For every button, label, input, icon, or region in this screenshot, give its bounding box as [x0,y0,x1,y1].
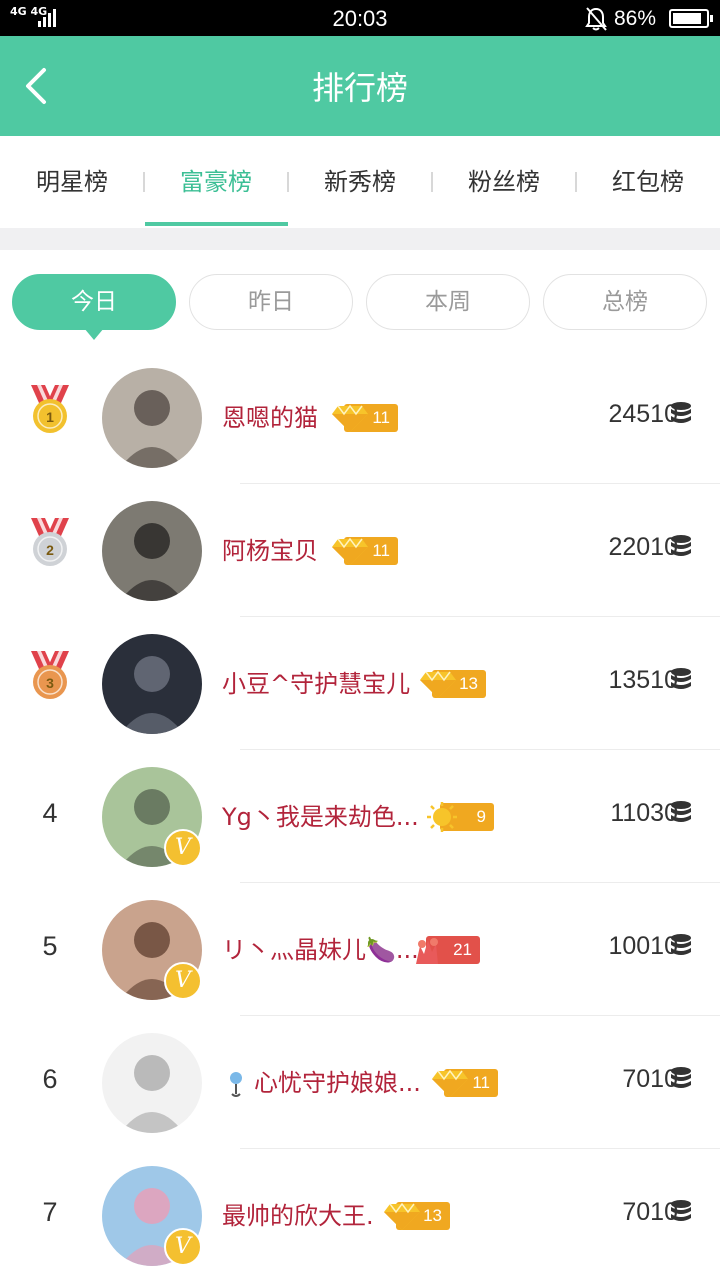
level-badge: 13 [418,668,488,700]
battery-icon [669,9,713,28]
level-badge: 11 [330,535,400,567]
period-week[interactable]: 本周 [366,274,530,330]
tab-divider [143,172,145,192]
ranking-row[interactable]: 4 V Yg丶我是来劫色... 9 11030 [0,750,720,883]
period-today[interactable]: 今日 [12,274,176,330]
coin-stack-icon [671,1200,691,1221]
rank-number: 4 [42,798,58,828]
verified-icon: V [164,962,202,1000]
level-badge: 21 [412,934,482,966]
sun-icon [427,802,457,832]
user-name: リ丶灬晶妹儿🍆... [222,936,419,964]
pin-icon [230,1072,242,1097]
avatar-image [102,1033,202,1133]
tab-fans[interactable]: 粉丝榜 [432,136,576,228]
diamond-icon [384,1202,420,1230]
rank-number: 5 [42,931,58,961]
user-name: 恩嗯的猫 [222,404,318,432]
coin-count: 10010 [608,932,678,960]
svg-text:3: 3 [46,675,54,691]
period-pointer [84,328,104,340]
tab-star[interactable]: 明星榜 [0,136,144,228]
active-tab-indicator [145,222,288,226]
diamond-icon [432,1069,468,1097]
tab-rich[interactable]: 富豪榜 [144,136,288,228]
period-total[interactable]: 总榜 [543,274,707,330]
coin-count: 22010 [608,533,678,561]
period-yesterday[interactable]: 昨日 [189,274,353,330]
avatar[interactable] [102,368,202,468]
svg-text:2: 2 [46,542,54,558]
clock: 20:03 [332,6,388,31]
diamond-icon [332,537,368,565]
avatar-image [102,368,202,468]
diamond-icon [332,404,368,432]
ranking-tabs: 明星榜 富豪榜 新秀榜 粉丝榜 红包榜 [0,136,720,228]
flower-icon [416,938,438,964]
page-title: 排行榜 [311,69,408,107]
ranking-row[interactable]: 2 阿杨宝贝 11 22010 [0,484,720,617]
ranking-row[interactable]: 1 恩嗯的猫 11 24510 [0,351,720,484]
avatar-image [102,501,202,601]
svg-text:1: 1 [46,409,54,425]
rank-number: 6 [42,1064,58,1094]
tab-red-packet[interactable]: 红包榜 [576,136,720,228]
user-name: 阿杨宝贝 [222,537,318,565]
avatar[interactable] [102,634,202,734]
app-header: 排行榜 [0,36,720,136]
avatar[interactable] [102,501,202,601]
coin-count: 13510 [608,666,678,694]
ranking-row[interactable]: 7 V 最帅的欣大王. 13 7010 [0,1149,720,1280]
tab-divider [575,172,577,192]
status-bar: 4G 4G 20:03 86% [0,0,720,36]
level-badge: 11 [330,402,400,434]
verified-icon: V [164,1228,202,1266]
ranking-row[interactable]: 3 小豆^守护慧宝儿 13 13510 [0,617,720,750]
tab-newcomer[interactable]: 新秀榜 [288,136,432,228]
tab-divider [431,172,433,192]
verified-icon: V [164,829,202,867]
ranking-row[interactable]: 6 心忧守护娘娘... 11 7010 [0,1016,720,1149]
coin-stack-icon [671,801,691,822]
rank-number: 7 [42,1197,58,1227]
bronze-medal-icon: 3 [31,651,69,699]
silver-medal-icon: 2 [31,518,69,566]
coin-count: 24510 [608,400,678,428]
coin-stack-icon [671,402,691,423]
avatar-image [102,634,202,734]
user-name: 最帅的欣大王. [222,1202,374,1230]
coin-count: 11030 [610,799,678,827]
level-badge: 13 [382,1200,452,1232]
gold-medal-icon: 1 [31,385,69,433]
level-badge: 9 [426,801,496,833]
user-name: Yg丶我是来劫色... [222,803,419,831]
ranking-row[interactable]: 5 V リ丶灬晶妹儿🍆... 21 10010 [0,883,720,1016]
user-name: 小豆^守护慧宝儿 [222,670,411,698]
tab-divider [287,172,289,192]
coin-stack-icon [671,668,691,689]
section-divider [0,228,720,250]
bell-muted-icon [585,7,607,31]
coin-stack-icon [671,934,691,955]
coin-stack-icon [671,535,691,556]
coin-stack-icon [671,1067,691,1088]
user-name: 心忧守护娘娘... [254,1069,421,1097]
diamond-icon [420,670,456,698]
avatar[interactable] [102,1033,202,1133]
battery-percent: 86% [614,7,657,30]
level-badge: 11 [430,1067,500,1099]
